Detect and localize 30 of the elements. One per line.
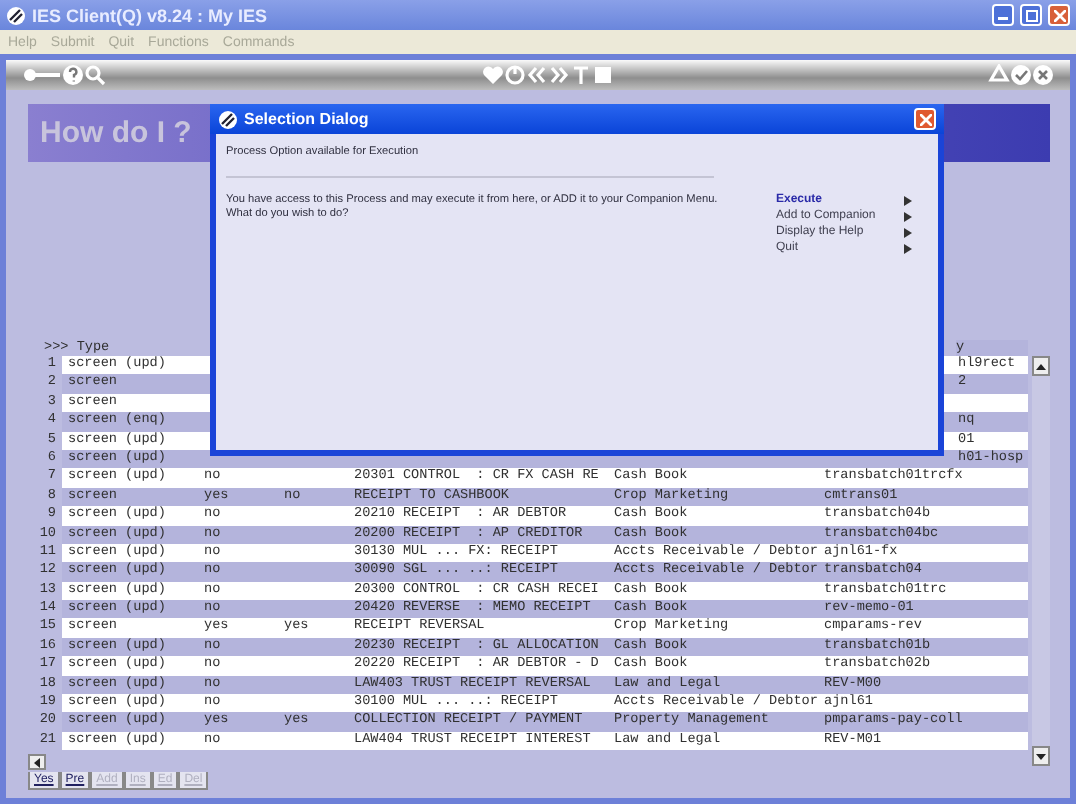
app-logo-icon: [6, 5, 26, 25]
dialog-title: Selection Dialog: [244, 110, 371, 128]
key-icon[interactable]: [22, 66, 62, 84]
check-icon[interactable]: [1010, 64, 1032, 86]
scroll-left-button[interactable]: [28, 754, 46, 771]
heart-icon[interactable]: [481, 64, 503, 86]
scroll-down-button[interactable]: [1032, 746, 1050, 766]
power-icon[interactable]: [503, 64, 525, 86]
stop-icon[interactable]: [591, 64, 613, 86]
up-triangle-icon: [1036, 361, 1046, 371]
close-icon: [919, 113, 931, 125]
maximize-button[interactable]: [1020, 4, 1042, 26]
double-right-arrow-icon[interactable]: [547, 64, 569, 86]
down-triangle-icon: [1036, 751, 1046, 761]
close-icon[interactable]: [1032, 64, 1054, 86]
window-title: IES Client(Q) v8.24 : My IES: [32, 5, 270, 25]
maximize-icon: [1025, 9, 1037, 21]
vertical-scrollbar[interactable]: [1032, 356, 1050, 766]
close-button[interactable]: [914, 108, 936, 130]
scroll-up-button[interactable]: [1032, 356, 1050, 376]
close-button[interactable]: [1048, 4, 1070, 26]
minimize-button[interactable]: [992, 4, 1014, 26]
text-cursor-icon[interactable]: [569, 64, 591, 86]
double-left-arrow-icon[interactable]: [525, 64, 547, 86]
close-icon: [1053, 9, 1065, 21]
left-triangle-icon: [32, 757, 42, 768]
app-logo-icon: [218, 109, 238, 129]
search-icon[interactable]: [84, 64, 106, 86]
help-icon[interactable]: [62, 64, 84, 86]
banner-title: How do I ?: [40, 116, 192, 150]
